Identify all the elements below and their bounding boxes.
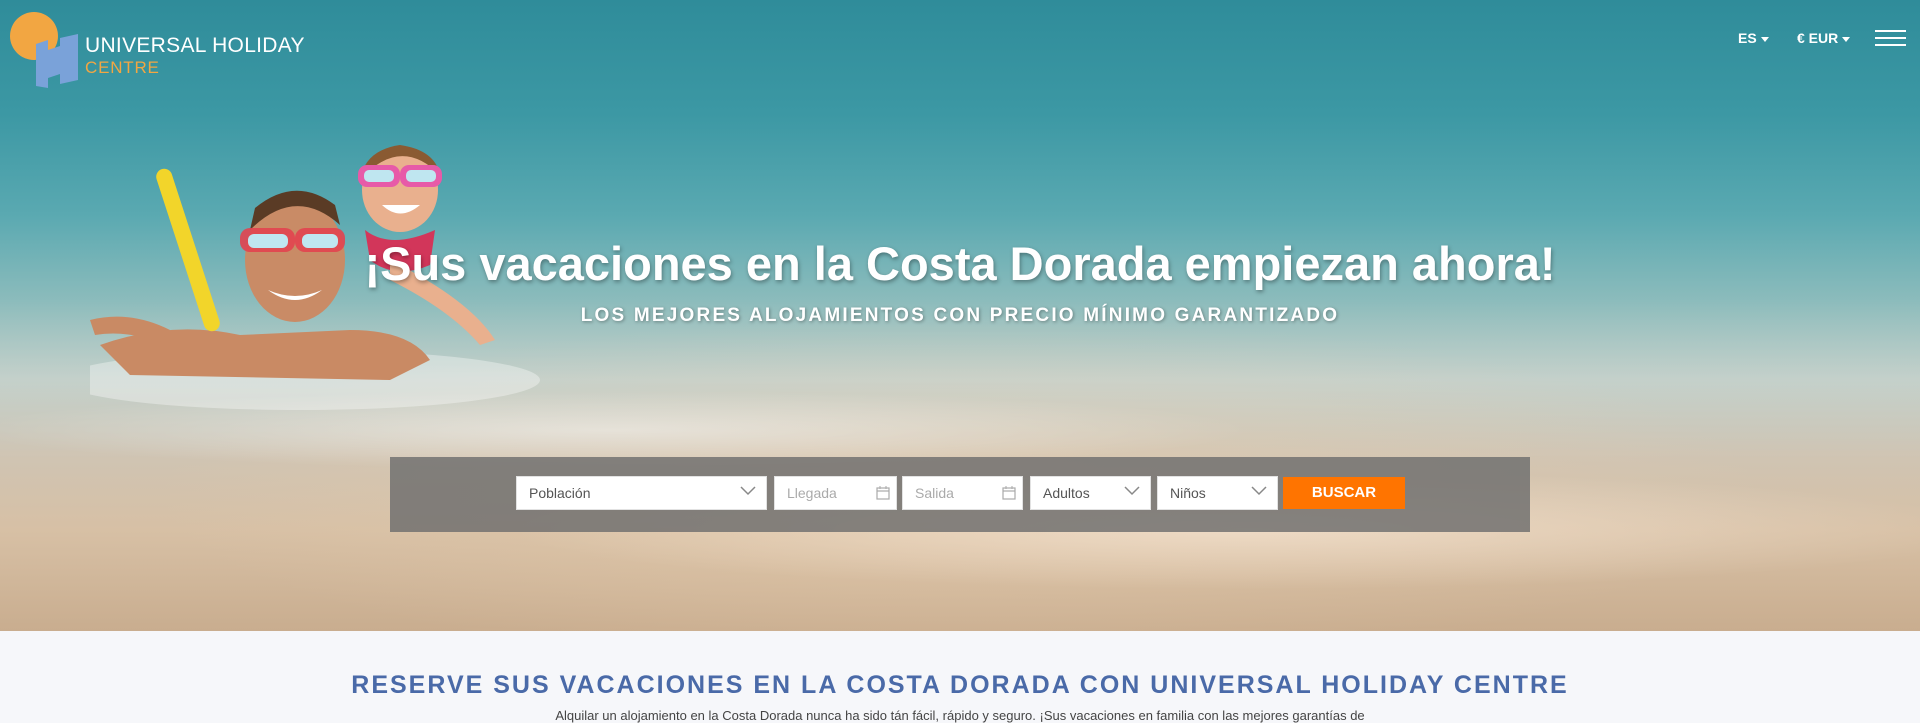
llegada-date-input[interactable]: Llegada xyxy=(774,476,897,510)
salida-date-input[interactable]: Salida xyxy=(902,476,1023,510)
intro-title: RESERVE SUS VACACIONES EN LA COSTA DORAD… xyxy=(351,671,1569,699)
caret-down-icon xyxy=(1760,36,1769,42)
poblacion-value: Población xyxy=(529,485,591,501)
salida-placeholder: Salida xyxy=(915,485,954,501)
adultos-select[interactable]: Adultos xyxy=(1030,476,1151,510)
caret-down-icon xyxy=(1842,36,1851,42)
chevron-down-icon xyxy=(1251,486,1267,496)
adultos-value: Adultos xyxy=(1043,485,1090,501)
logo-flag-icon xyxy=(36,34,78,88)
brand-logo[interactable]: UNIVERSAL HOLIDAY CENTRE xyxy=(10,10,305,88)
language-label: ES xyxy=(1738,30,1757,46)
chevron-down-icon xyxy=(1124,486,1140,496)
chevron-down-icon xyxy=(740,486,756,496)
hero-banner: UNIVERSAL HOLIDAY CENTRE ES € EUR ¡Sus v… xyxy=(0,0,1920,631)
ninos-value: Niños xyxy=(1170,485,1206,501)
poblacion-select[interactable]: Población xyxy=(516,476,767,510)
buscar-button[interactable]: BUSCAR xyxy=(1283,477,1405,509)
calendar-icon xyxy=(876,486,890,500)
ninos-select[interactable]: Niños xyxy=(1157,476,1278,510)
search-bar: Población Llegada Salida Adultos Niños B… xyxy=(390,457,1530,532)
hero-subheadline: LOS MEJORES ALOJAMIENTOS CON PRECIO MÍNI… xyxy=(580,305,1340,326)
llegada-placeholder: Llegada xyxy=(787,485,837,501)
calendar-icon xyxy=(1002,486,1016,500)
logo-name-line1: UNIVERSAL HOLIDAY xyxy=(85,34,305,57)
language-selector[interactable]: ES xyxy=(1738,30,1769,46)
currency-selector[interactable]: € EUR xyxy=(1797,30,1851,46)
logo-name-line2: CENTRE xyxy=(85,58,160,77)
hero-headline: ¡Sus vacaciones en la Costa Dorada empie… xyxy=(364,237,1556,290)
hamburger-menu-icon[interactable] xyxy=(1875,30,1906,48)
currency-label: € EUR xyxy=(1797,30,1839,46)
